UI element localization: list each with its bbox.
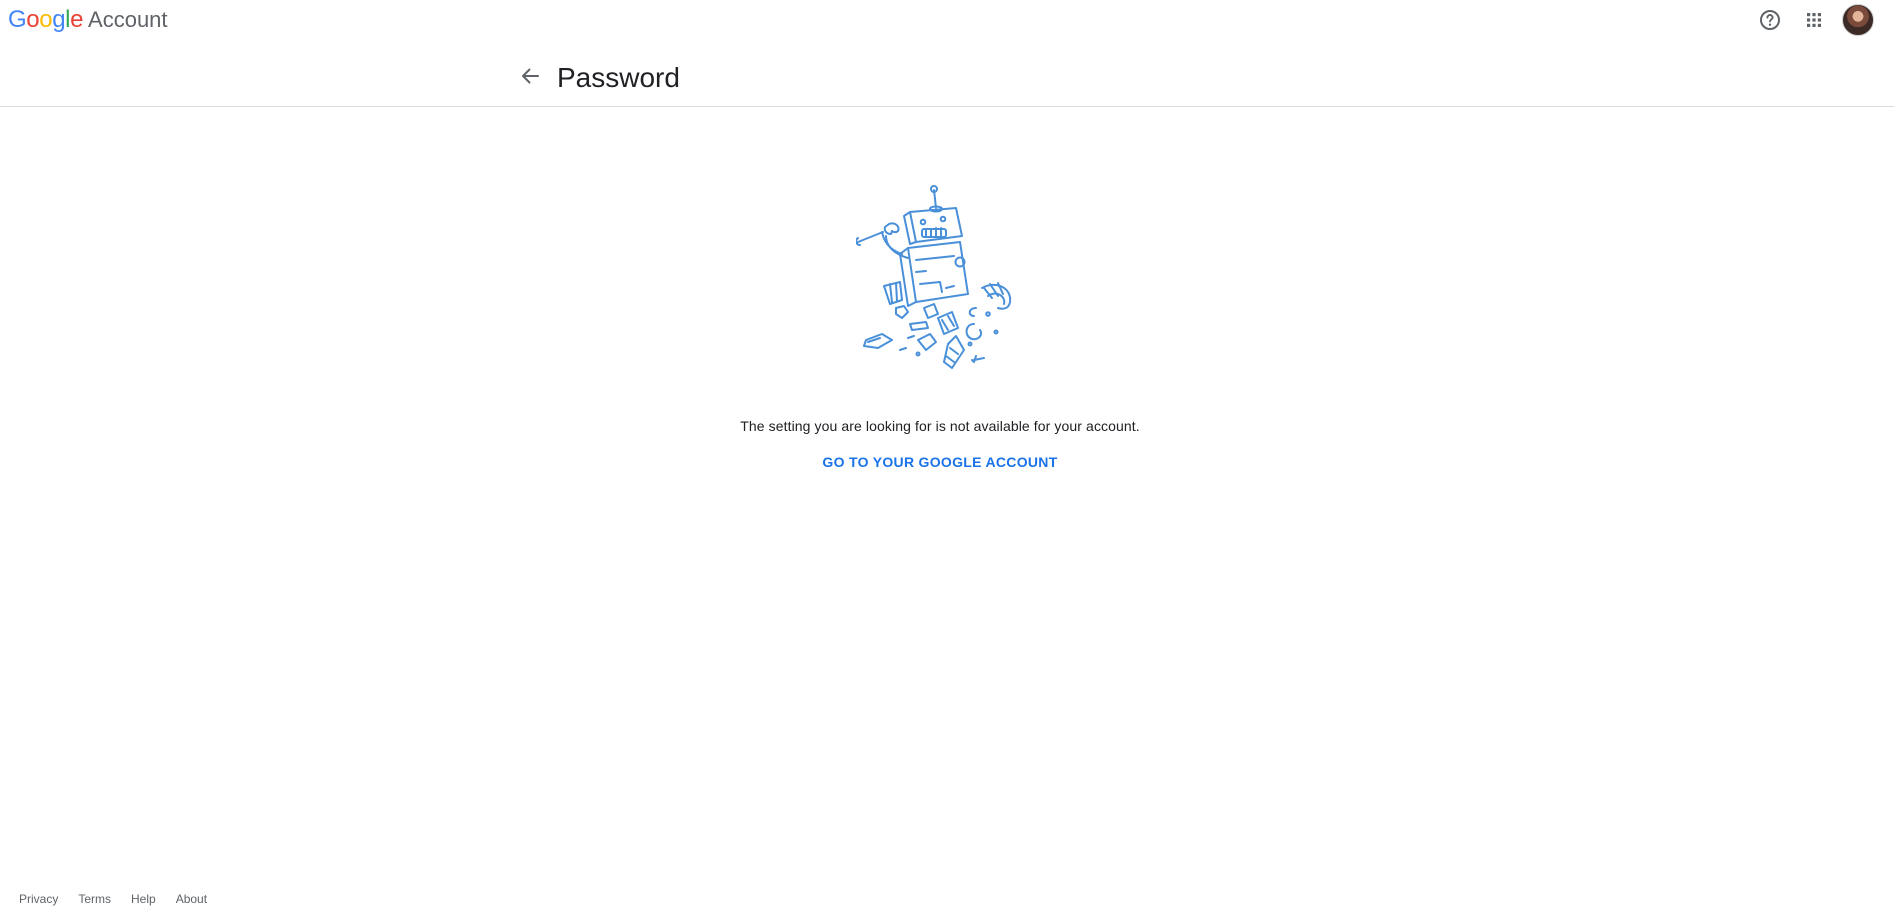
logo-letter: o (26, 6, 40, 33)
logo-letter: g (52, 6, 66, 33)
arrow-back-icon (522, 68, 539, 84)
apps-grid-icon (1807, 13, 1821, 27)
help-button[interactable] (1750, 0, 1790, 40)
footer-link-privacy[interactable]: Privacy (19, 892, 58, 906)
logo-letter: o (39, 6, 53, 33)
page-root: Google Account Password The setting you … (0, 0, 1894, 915)
product-name: Account (88, 7, 168, 32)
page-header: Password (0, 40, 1894, 107)
help-circle-icon (1760, 10, 1780, 30)
logo-letter: G (8, 6, 27, 33)
error-message: The setting you are looking for is not a… (740, 418, 1140, 434)
footer-link-about[interactable]: About (176, 892, 207, 906)
footer-link-terms[interactable]: Terms (78, 892, 111, 906)
error-content: The setting you are looking for is not a… (0, 108, 1894, 868)
back-button[interactable] (510, 56, 550, 96)
account-avatar[interactable] (1842, 4, 1874, 36)
footer-link-help[interactable]: Help (131, 892, 156, 906)
broken-robot-illustration (856, 185, 1012, 369)
go-to-google-account-link[interactable]: GO TO YOUR GOOGLE ACCOUNT (814, 448, 1065, 476)
google-wordmark: Google (8, 6, 83, 34)
apps-button[interactable] (1794, 0, 1834, 40)
footer: Privacy Terms Help About (19, 892, 227, 906)
top-bar: Google Account (0, 0, 1894, 40)
google-account-logo[interactable]: Google Account (8, 6, 168, 34)
header-actions (1746, 2, 1874, 38)
logo-letter: e (70, 6, 84, 33)
page-title: Password (557, 62, 680, 93)
cta-container: GO TO YOUR GOOGLE ACCOUNT (0, 454, 1880, 472)
